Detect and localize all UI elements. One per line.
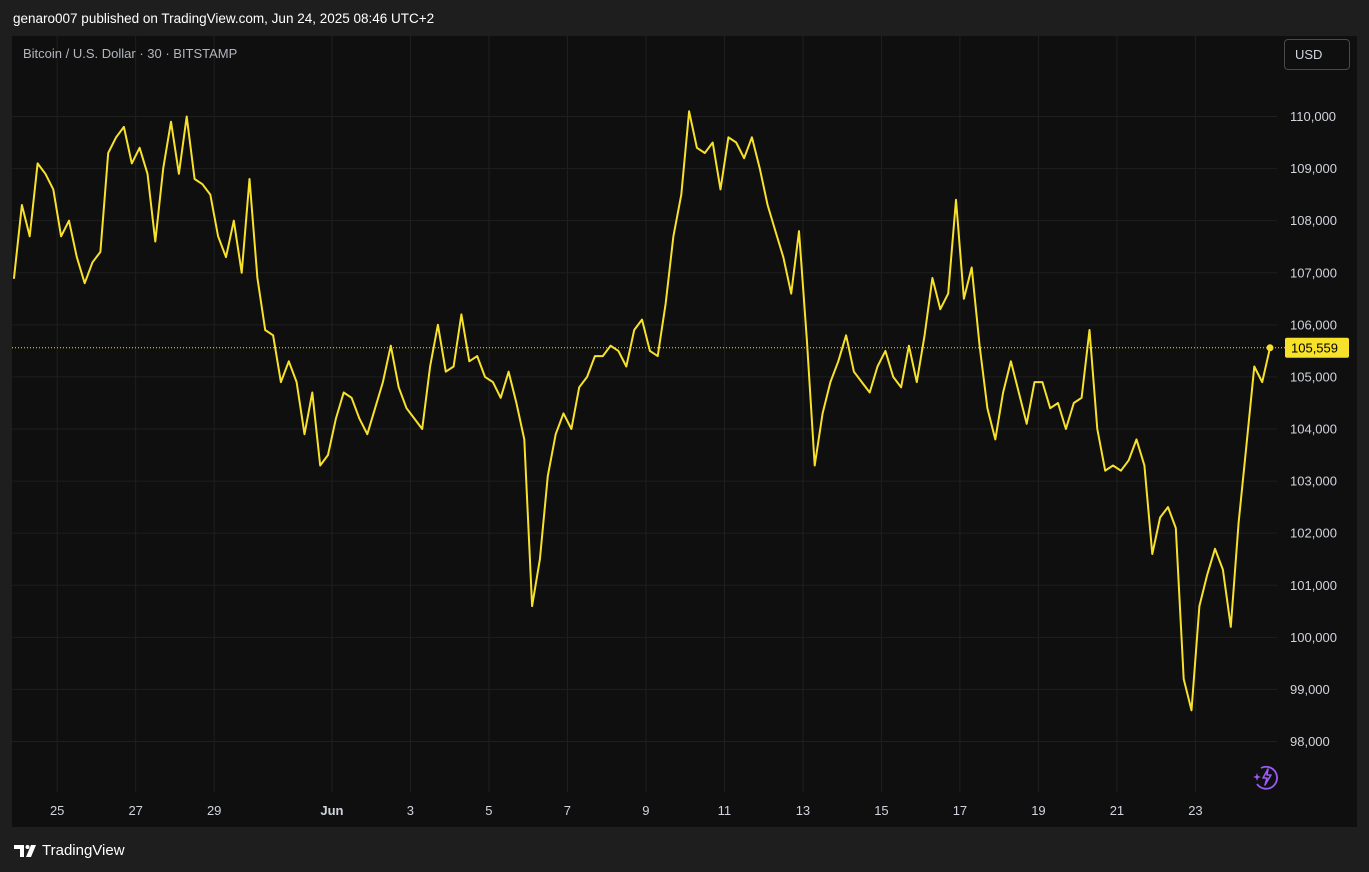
series-layer xyxy=(13,110,1271,712)
y-tick-label: 101,000 xyxy=(1290,578,1337,593)
price-chart[interactable]: 98,000 99,000 100,000 101,000 102,000 103,000… xyxy=(12,36,1357,827)
x-tick-label: 25 xyxy=(50,803,64,818)
lightning-icon[interactable] xyxy=(1252,763,1280,791)
top-bar: genaro007 published on TradingView.com, … xyxy=(0,0,1369,36)
y-tick-label: 100,000 xyxy=(1290,630,1337,645)
chart-area[interactable]: 98,000 99,000 100,000 101,000 102,000 103,000… xyxy=(12,36,1357,827)
y-tick-label: 102,000 xyxy=(1290,526,1337,541)
x-tick-label: 3 xyxy=(407,803,414,818)
x-tick-label: 15 xyxy=(874,803,888,818)
x-tick-label: 13 xyxy=(796,803,810,818)
x-tick-label: 19 xyxy=(1031,803,1045,818)
y-tick-label: 108,000 xyxy=(1290,213,1337,228)
x-tick-label: 11 xyxy=(718,803,732,818)
x-tick-label: 17 xyxy=(953,803,967,818)
tradingview-logo-icon xyxy=(14,844,36,857)
y-tick-label: 104,000 xyxy=(1290,422,1337,437)
grid xyxy=(12,36,1277,792)
x-tick-label: 27 xyxy=(128,803,142,818)
y-tick-label: 103,000 xyxy=(1290,474,1337,489)
time-axis: 25 27 29 Jun 3 5 7 9 11 13 15 17 19 21 23 xyxy=(50,803,1203,818)
tradingview-logo[interactable]: TradingView xyxy=(14,842,125,859)
last-price-layer: 105,559 xyxy=(12,337,1349,358)
y-tick-label: 99,000 xyxy=(1290,682,1330,697)
published-info: genaro007 published on TradingView.com, … xyxy=(13,11,435,26)
last-price-dot xyxy=(1266,344,1274,352)
y-tick-label: 110,000 xyxy=(1290,109,1336,124)
x-tick-label: 7 xyxy=(564,803,571,818)
y-tick-label: 105,000 xyxy=(1290,369,1337,384)
price-axis: 98,000 99,000 100,000 101,000 102,000 103,000… xyxy=(1290,109,1337,749)
y-tick-label: 107,000 xyxy=(1290,265,1337,280)
symbol-label: Bitcoin / U.S. Dollar · 30 · BITSTAMP xyxy=(23,46,238,61)
y-tick-label: 98,000 xyxy=(1290,734,1330,749)
x-tick-label: 29 xyxy=(207,803,221,818)
brand-name: TradingView xyxy=(42,842,125,859)
y-tick-label: 109,000 xyxy=(1290,161,1337,176)
price-line xyxy=(13,110,1271,712)
x-tick-label: 5 xyxy=(485,803,492,818)
footer xyxy=(0,827,1369,872)
last-price-label: 105,559 xyxy=(1291,340,1338,355)
x-tick-label: 9 xyxy=(642,803,649,818)
currency-button[interactable]: USD xyxy=(1284,39,1350,70)
x-tick-label: Jun xyxy=(320,803,343,818)
y-tick-label: 106,000 xyxy=(1290,317,1337,332)
x-tick-label: 21 xyxy=(1110,803,1124,818)
currency-button-label: USD xyxy=(1295,47,1323,62)
x-tick-label: 23 xyxy=(1188,803,1202,818)
